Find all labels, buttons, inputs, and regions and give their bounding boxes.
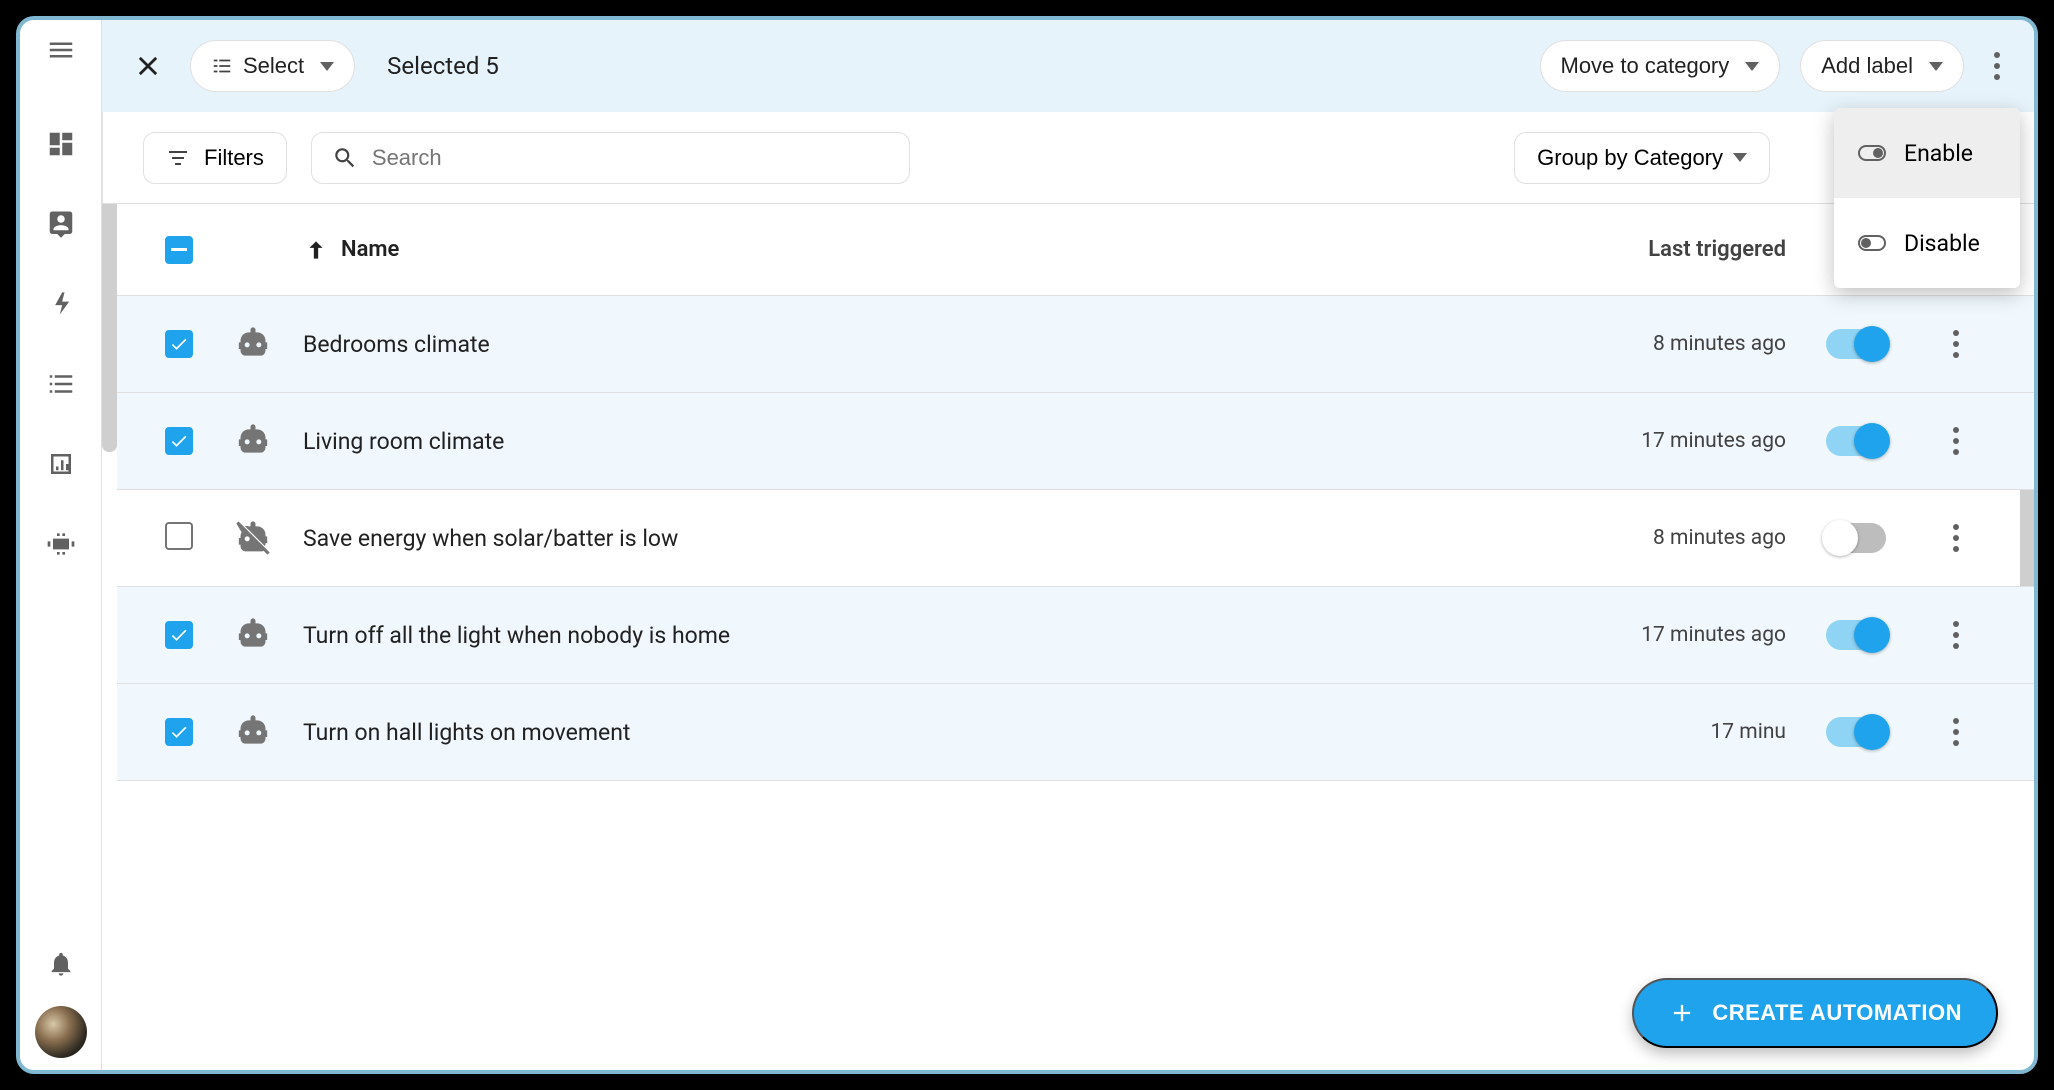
robot-icon [233, 712, 303, 752]
row-name: Bedrooms climate [303, 331, 1546, 358]
add-label-button[interactable]: Add label [1800, 40, 1964, 92]
chevron-down-icon [1733, 153, 1747, 162]
row-checkbox[interactable] [165, 621, 193, 649]
row-toggle[interactable] [1826, 329, 1886, 359]
row-menu-button[interactable] [1943, 320, 1969, 368]
select-all-checkbox[interactable] [165, 236, 193, 264]
row-toggle[interactable] [1826, 426, 1886, 456]
search-box[interactable] [311, 132, 910, 184]
filters-label: Filters [204, 145, 264, 171]
group-by-dropdown[interactable]: Group by Category [1514, 132, 1770, 184]
close-icon [134, 52, 162, 80]
column-header-name[interactable]: Name [303, 237, 1546, 263]
table-row[interactable]: Turn on hall lights on movement 17 minu [117, 684, 2034, 781]
add-label-label: Add label [1821, 53, 1913, 79]
row-toggle[interactable] [1826, 523, 1886, 553]
select-dropdown[interactable]: Select [190, 40, 355, 92]
table-row[interactable]: Turn off all the light when nobody is ho… [117, 587, 2034, 684]
close-selection-button[interactable] [126, 44, 170, 88]
select-dropdown-label: Select [243, 53, 304, 79]
menu-item-disable[interactable]: Disable [1834, 198, 2020, 288]
row-checkbox[interactable] [165, 522, 193, 550]
chip-icon[interactable] [45, 528, 77, 560]
row-toggle[interactable] [1826, 717, 1886, 747]
row-toggle[interactable] [1826, 620, 1886, 650]
bell-icon[interactable] [45, 948, 77, 980]
table-header: Name Last triggered [117, 204, 2034, 296]
plus-icon [1668, 999, 1696, 1027]
row-last-triggered: 17 minutes ago [1546, 429, 1786, 453]
sort-asc-icon [303, 237, 329, 263]
hamburger-icon[interactable] [43, 32, 79, 68]
move-to-category-button[interactable]: Move to category [1540, 40, 1781, 92]
overflow-menu-popup: Enable Disable [1834, 108, 2020, 288]
create-automation-fab[interactable]: CREATE AUTOMATION [1632, 978, 1998, 1048]
menu-item-enable[interactable]: Enable [1834, 108, 2020, 198]
avatar[interactable] [35, 1006, 87, 1058]
person-pin-icon[interactable] [45, 208, 77, 240]
row-menu-button[interactable] [1943, 708, 1969, 756]
chevron-down-icon [320, 62, 334, 71]
selected-count-text: Selected 5 [387, 52, 499, 80]
row-menu-button[interactable] [1943, 417, 1969, 465]
row-last-triggered: 8 minutes ago [1546, 332, 1786, 356]
robot-off-icon [233, 518, 303, 558]
robot-icon [233, 324, 303, 364]
row-checkbox[interactable] [165, 718, 193, 746]
filters-button[interactable]: Filters [143, 132, 287, 184]
toggle-on-icon [1858, 145, 1886, 161]
row-menu-button[interactable] [1943, 611, 1969, 659]
search-icon [332, 145, 358, 171]
row-name: Save energy when solar/batter is low [303, 525, 1546, 552]
table-row[interactable]: Bedrooms climate 8 minutes ago [117, 296, 2034, 393]
select-icon [211, 55, 233, 77]
bar-chart-icon[interactable] [45, 448, 77, 480]
list-icon[interactable] [45, 368, 77, 400]
filter-icon [166, 146, 190, 170]
group-by-label: Group by Category [1537, 145, 1723, 171]
left-sidebar [20, 20, 102, 1070]
table-row[interactable]: Save energy when solar/batter is low 8 m… [117, 490, 2034, 587]
toggle-off-icon [1858, 235, 1886, 251]
move-to-category-label: Move to category [1561, 53, 1730, 79]
robot-icon [233, 615, 303, 655]
search-input[interactable] [372, 145, 889, 171]
row-last-triggered: 17 minu [1546, 720, 1786, 744]
row-menu-button[interactable] [1943, 514, 1969, 562]
chevron-down-icon [1745, 62, 1759, 71]
row-name: Turn on hall lights on movement [303, 719, 1546, 746]
table-row[interactable]: Living room climate 17 minutes ago [117, 393, 2034, 490]
row-checkbox[interactable] [165, 427, 193, 455]
robot-icon [233, 421, 303, 461]
row-name: Living room climate [303, 428, 1546, 455]
bolt-icon[interactable] [45, 288, 77, 320]
selection-toolbar: Select Selected 5 Move to category Add l… [102, 20, 2034, 112]
overflow-menu-button[interactable] [1984, 42, 2010, 90]
table-body: Bedrooms climate 8 minutes ago Living ro… [117, 296, 2034, 1070]
dashboard-icon[interactable] [45, 128, 77, 160]
list-toolbar: Filters Group by Category [102, 112, 2034, 204]
row-last-triggered: 8 minutes ago [1546, 526, 1786, 550]
row-last-triggered: 17 minutes ago [1546, 623, 1786, 647]
fab-label: CREATE AUTOMATION [1712, 1000, 1962, 1026]
chevron-down-icon [1929, 62, 1943, 71]
column-header-last-triggered[interactable]: Last triggered [1546, 237, 1786, 262]
row-name: Turn off all the light when nobody is ho… [303, 622, 1546, 649]
row-checkbox[interactable] [165, 330, 193, 358]
